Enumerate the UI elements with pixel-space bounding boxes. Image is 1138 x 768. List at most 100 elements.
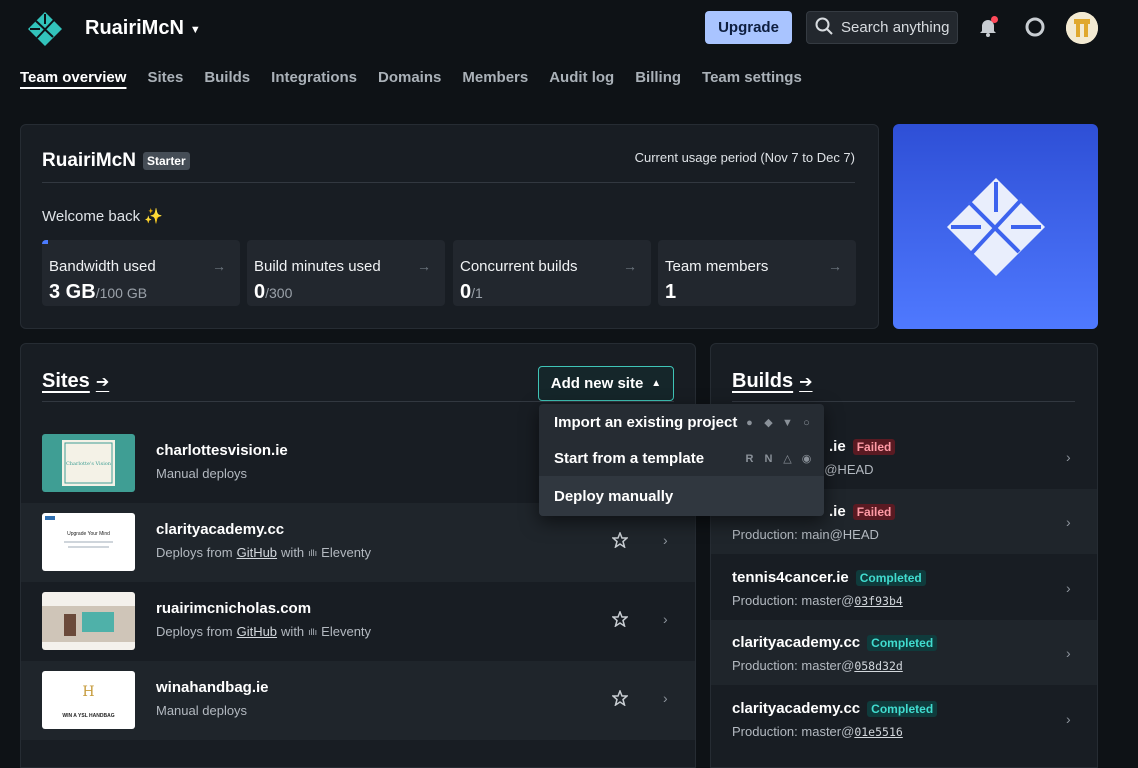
site-name: ruairimcnicholas.com [156, 600, 312, 617]
remix-icon: R [745, 452, 754, 465]
star-icon[interactable] [611, 688, 629, 707]
menu-item-start-template[interactable]: Start from a template R N △ ◉ [539, 440, 824, 476]
menu-item-deploy-manually[interactable]: Deploy manually [539, 476, 824, 516]
tab-team-overview[interactable]: Team overview [20, 69, 126, 86]
site-deploy-info: Manual deploys [156, 466, 248, 481]
tab-members[interactable]: Members [462, 69, 528, 86]
commit-hash-link[interactable]: 058d32d [854, 659, 902, 673]
team-nav: Team overview Sites Builds Integrations … [20, 69, 823, 86]
site-name: charlottesvision.ie [156, 442, 288, 459]
stat-value: 0/300 [254, 281, 293, 303]
thumbnail-caption: Upgrade Your Mind [67, 531, 110, 537]
tab-billing[interactable]: Billing [635, 69, 681, 86]
tab-integrations[interactable]: Integrations [271, 69, 357, 86]
site-row[interactable]: ruairimcnicholas.com Deploys from GitHub… [21, 582, 695, 661]
site-deploy-info: Deploys from GitHub with ıllı Eleventy [156, 624, 372, 639]
commit-hash-link[interactable]: 03f93b4 [854, 594, 902, 608]
eleventy-icon: ıllı [308, 626, 318, 637]
tab-sites[interactable]: Sites [147, 69, 183, 86]
chevron-up-icon: ▲ [651, 378, 662, 389]
arrow-right-icon: → [212, 258, 226, 274]
upgrade-button[interactable]: Upgrade [705, 11, 792, 44]
divider [42, 182, 855, 183]
build-ref: n@HEAD [817, 462, 874, 477]
arrow-right-icon: ➔ [95, 373, 110, 391]
build-site-name: .ie Failed [829, 503, 896, 520]
github-link[interactable]: GitHub [237, 545, 277, 560]
site-name: winahandbag.ie [156, 679, 269, 696]
star-icon[interactable] [611, 530, 629, 549]
github-link[interactable]: GitHub [237, 624, 277, 639]
build-ref: Production: main@HEAD [732, 527, 879, 542]
stat-label: Build minutes used [254, 258, 381, 275]
nuxt-icon: △ [783, 453, 792, 465]
help-lifebuoy-icon[interactable] [1024, 16, 1046, 38]
stat-label: Team members [665, 258, 769, 275]
search-button[interactable]: Search anything [806, 11, 958, 44]
tab-domains[interactable]: Domains [378, 69, 441, 86]
status-badge: Completed [867, 700, 938, 717]
tab-team-settings[interactable]: Team settings [702, 69, 802, 86]
azure-icon: ○ [803, 416, 810, 429]
add-site-dropdown: Import an existing project ● ◆ ▼ ○ Start… [539, 404, 824, 516]
add-new-site-label: Add new site [550, 375, 644, 392]
framework-icons: R N △ ◉ [742, 451, 814, 466]
search-icon [815, 17, 833, 39]
chevron-right-icon: › [1066, 449, 1071, 465]
thumbnail-caption: Charlotte's Vision [66, 461, 112, 467]
stat-concurrent-builds[interactable]: Concurrent builds → 0/1 [453, 240, 651, 306]
status-badge: Failed [852, 503, 896, 520]
stat-value: 0/1 [460, 281, 483, 303]
overview-team-name: RuairiMcN [42, 150, 136, 171]
site-deploy-info: Manual deploys [156, 703, 248, 718]
user-avatar[interactable] [1066, 12, 1098, 44]
bandwidth-progress-bar [42, 240, 48, 244]
build-ref: Production: master@03f93b4 [732, 593, 903, 608]
divider [42, 401, 674, 402]
site-name: clarityacademy.cc [156, 521, 285, 538]
stat-build-minutes[interactable]: Build minutes used → 0/300 [247, 240, 445, 306]
chevron-right-icon: › [1066, 645, 1071, 661]
eleventy-icon: ıllı [308, 547, 318, 558]
build-site-name: tennis4cancer.ie Completed [732, 569, 926, 586]
notification-dot [991, 16, 998, 23]
site-thumbnail: H WIN A YSL HANDBAG [42, 671, 135, 729]
github-icon: ● [746, 416, 753, 429]
thumbnail-caption: WIN A YSL HANDBAG [62, 713, 114, 719]
plan-badge: Starter [142, 152, 190, 170]
chevron-right-icon: › [1066, 514, 1071, 530]
stat-team-members[interactable]: Team members → 1 [658, 240, 856, 306]
site-row[interactable]: H WIN A YSL HANDBAG winahandbag.ie Manua… [21, 661, 695, 740]
netlify-logo-icon[interactable] [26, 10, 64, 48]
builds-section-link[interactable]: Builds ➔ [732, 370, 813, 393]
build-site-name: clarityacademy.cc Completed [732, 700, 938, 717]
svg-text:H: H [82, 684, 94, 700]
menu-item-import-project[interactable]: Import an existing project ● ◆ ▼ ○ [539, 404, 824, 440]
build-row[interactable]: clarityacademy.cc Completed Production: … [711, 620, 1097, 685]
builds-title: Builds [732, 370, 794, 392]
divider [732, 401, 1075, 402]
stat-label: Bandwidth used [49, 258, 156, 275]
build-site-name: clarityacademy.cc Completed [732, 634, 938, 651]
git-provider-icons: ● ◆ ▼ ○ [742, 415, 814, 430]
build-row[interactable]: clarityacademy.cc Completed Production: … [711, 686, 1097, 751]
arrow-right-icon: → [417, 258, 431, 274]
gitlab-icon: ◆ [764, 417, 773, 429]
stat-bandwidth[interactable]: Bandwidth used → 3 GB/100 GB [42, 240, 240, 306]
build-row[interactable]: tennis4cancer.ie Completed Production: m… [711, 555, 1097, 620]
tab-builds[interactable]: Builds [204, 69, 250, 86]
team-switcher[interactable]: RuairiMcN ▼ [85, 17, 201, 40]
stat-value: 3 GB/100 GB [49, 281, 148, 303]
chevron-right-icon: › [1066, 580, 1071, 596]
bitbucket-icon: ▼ [782, 416, 793, 429]
arrow-right-icon: → [623, 258, 637, 274]
add-new-site-button[interactable]: Add new site ▲ [538, 366, 674, 401]
site-deploy-info: Deploys from GitHub with ıllı Eleventy [156, 545, 372, 560]
netlify-hero-logo-icon [893, 124, 1098, 329]
commit-hash-link[interactable]: 01e5516 [854, 725, 902, 739]
star-icon[interactable] [611, 609, 629, 628]
sites-title: Sites [42, 370, 90, 392]
tab-audit-log[interactable]: Audit log [549, 69, 614, 86]
chevron-down-icon: ▼ [189, 23, 201, 36]
sites-section-link[interactable]: Sites ➔ [42, 370, 109, 393]
